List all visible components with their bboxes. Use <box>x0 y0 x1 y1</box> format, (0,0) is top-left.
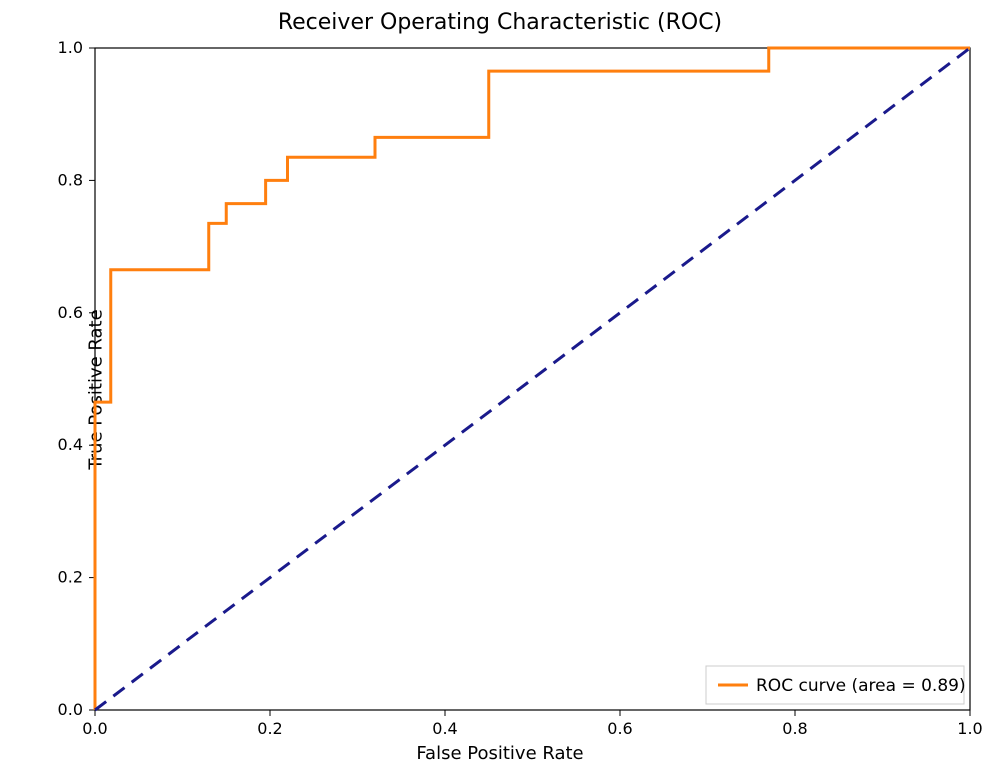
y-tick-label: 0.4 <box>58 435 83 454</box>
y-tick-label: 0.6 <box>58 303 83 322</box>
x-tick-label: 0.0 <box>82 719 107 738</box>
roc-chart: Receiver Operating Characteristic (ROC) … <box>0 0 1000 778</box>
y-tick-label: 0.8 <box>58 170 83 189</box>
chart-svg: 0.0 0.2 0.4 0.6 0.8 1.0 0.0 0.2 0.4 0.6 0.8 1.0 ROC … <box>0 0 1000 778</box>
y-tick-label: 1.0 <box>58 38 83 57</box>
diagonal-reference <box>95 48 970 710</box>
x-tick-label: 0.2 <box>257 719 282 738</box>
y-tick-label: 0.2 <box>58 568 83 587</box>
x-tick-label: 0.4 <box>432 719 457 738</box>
legend-label: ROC curve (area = 0.89) <box>756 676 966 696</box>
x-tick-label: 0.6 <box>607 719 632 738</box>
x-tick-label: 0.8 <box>782 719 807 738</box>
x-tick-label: 1.0 <box>957 719 982 738</box>
y-tick-label: 0.0 <box>58 700 83 719</box>
